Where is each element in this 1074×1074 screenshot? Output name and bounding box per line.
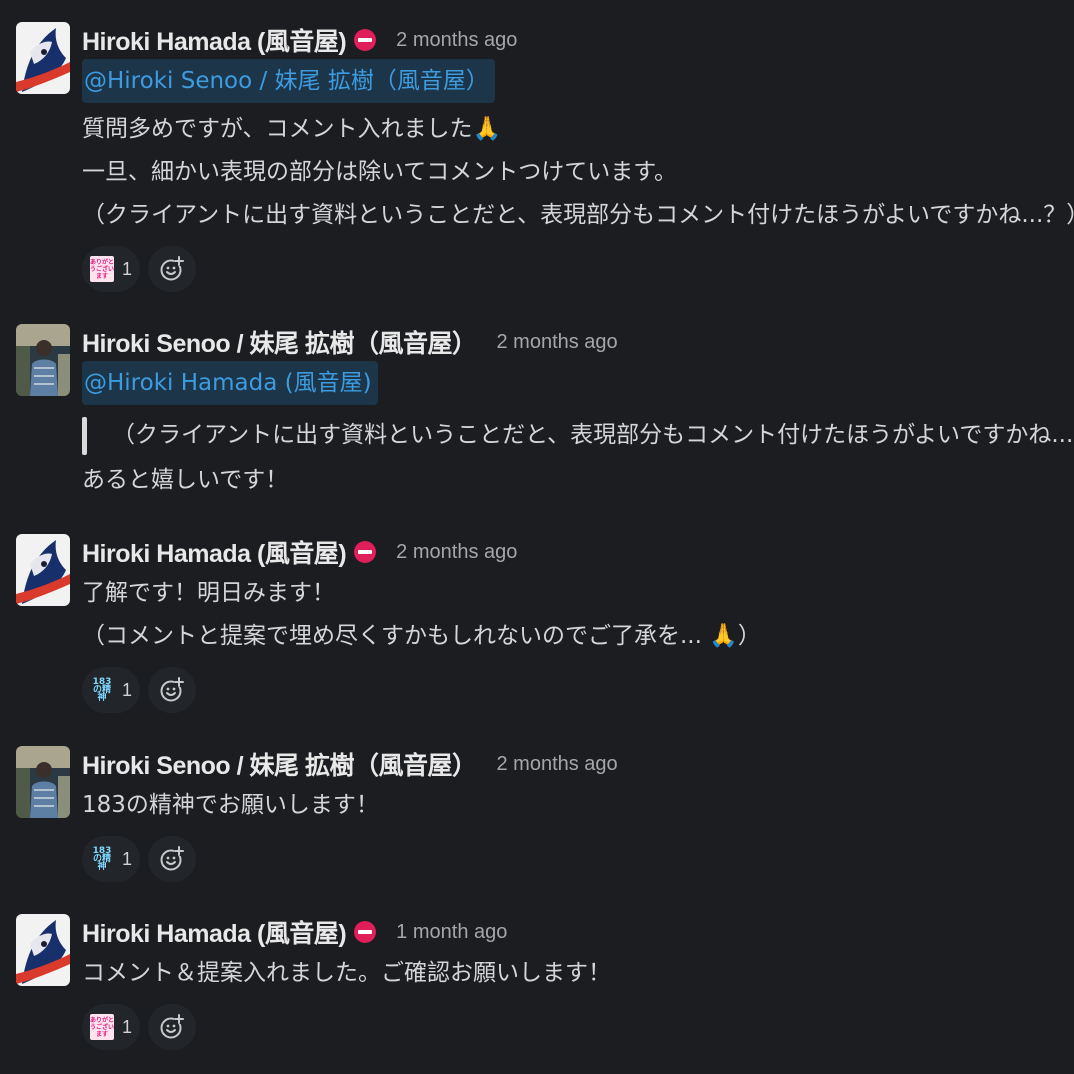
add-reaction-button[interactable] (148, 1004, 196, 1050)
message-text: コメント＆提案入れました。ご確認お願いします！ (82, 960, 611, 986)
add-emoji-icon (160, 256, 184, 281)
add-emoji-icon (160, 846, 184, 871)
timestamp[interactable]: 1 month ago (396, 921, 507, 944)
author-name[interactable]: Hiroki Senoo / 妹尾 拡樹（風音屋） (82, 324, 477, 360)
timestamp[interactable]: 2 months ago (396, 29, 517, 52)
avatar[interactable] (16, 324, 70, 396)
message-text: （クライアントに出す資料ということだと、表現部分もコメント付けたほうがよいですか… (82, 202, 1074, 228)
arigatou-gozaimasu-icon: ありがとうございます (90, 256, 114, 282)
avatar[interactable] (16, 746, 70, 818)
reaction-count: 1 (122, 1016, 133, 1037)
avatar[interactable] (16, 914, 70, 986)
add-emoji-icon (160, 1014, 184, 1039)
message-text: 了解です！明日みます！ (82, 580, 335, 606)
timestamp[interactable]: 2 months ago (396, 541, 517, 564)
reaction-bar: 183の精神 1 (82, 836, 1066, 882)
reaction-pill[interactable]: ありがとうございます 1 (82, 1004, 140, 1050)
reaction-bar: 183の精神 1 (82, 667, 1066, 713)
user-mention[interactable]: @Hiroki Senoo / 妹尾 拡樹（風音屋） (82, 59, 495, 103)
timestamp[interactable]: 2 months ago (496, 331, 617, 354)
reaction-pill[interactable]: 183の精神 1 (82, 667, 140, 713)
reaction-count: 1 (122, 848, 133, 869)
183-no-seishin-icon: 183の精神 (92, 846, 112, 872)
message-text: あると嬉しいです！ (82, 467, 289, 493)
message-thread: Hiroki Hamada (風音屋) 2 months ago @Hiroki… (0, 0, 1074, 1074)
author-name[interactable]: Hiroki Senoo / 妹尾 拡樹（風音屋） (82, 746, 477, 782)
user-mention[interactable]: @Hiroki Hamada (風音屋) (82, 361, 378, 405)
avatar[interactable] (16, 534, 70, 606)
message-text: （コメントと提案で埋め尽くすかもしれないのでご了承を... 🙏） (82, 623, 761, 649)
author-name[interactable]: Hiroki Hamada (風音屋) (82, 534, 347, 570)
author-name[interactable]: Hiroki Hamada (風音屋) (82, 914, 347, 950)
message-text: 質問多めですが、コメント入れました🙏 (82, 116, 502, 142)
author-name[interactable]: Hiroki Hamada (風音屋) (82, 22, 347, 58)
avatar[interactable] (16, 22, 70, 94)
no-entry-icon (354, 541, 377, 563)
reaction-count: 1 (122, 679, 133, 700)
add-reaction-button[interactable] (148, 667, 196, 713)
quote-bar (82, 417, 87, 455)
add-reaction-button[interactable] (148, 836, 196, 882)
block-quote: （クライアントに出す資料ということだと、表現部分もコメント付けたほうがよいですか… (82, 409, 1074, 461)
reaction-pill[interactable]: 183の精神 1 (82, 836, 140, 882)
arigatou-gozaimasu-icon: ありがとうございます (90, 1014, 114, 1040)
message-text: 183の精神でお願いします！ (82, 792, 379, 818)
no-entry-icon (354, 29, 377, 51)
add-emoji-icon (160, 677, 184, 702)
reaction-bar: ありがとうございます 1 (82, 246, 1066, 292)
add-reaction-button[interactable] (148, 246, 196, 292)
timestamp[interactable]: 2 months ago (496, 753, 617, 776)
no-entry-icon (354, 921, 377, 943)
message-text: 一旦、細かい表現の部分は除いてコメントつけています。 (82, 159, 678, 185)
quote-text: （クライアントに出す資料ということだと、表現部分もコメント付けたほうがよいですか… (112, 422, 1074, 448)
183-no-seishin-icon: 183の精神 (92, 677, 112, 703)
reaction-count: 1 (122, 258, 133, 279)
reaction-pill[interactable]: ありがとうございます 1 (82, 246, 140, 292)
reaction-bar: ありがとうございます 1 (82, 1004, 1066, 1050)
